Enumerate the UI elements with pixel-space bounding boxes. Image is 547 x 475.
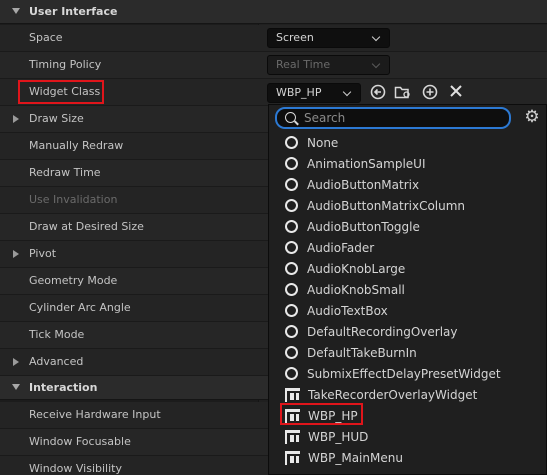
property-label: Use Invalidation	[29, 193, 118, 206]
circle-icon	[285, 346, 298, 359]
search-box[interactable]	[275, 107, 511, 129]
search-input[interactable]	[304, 109, 504, 127]
timing-policy-combo: Real Time	[267, 55, 390, 75]
gear-icon[interactable]: ⚙	[522, 107, 542, 127]
list-item[interactable]: AudioFader	[269, 237, 547, 258]
list-item[interactable]: AudioKnobSmall	[269, 279, 547, 300]
property-label: Cylinder Arc Angle	[29, 301, 131, 314]
list-item[interactable]: AudioButtonMatrix	[269, 174, 547, 195]
item-label: AudioButtonMatrix	[307, 177, 420, 192]
item-label: WBP_MainMenu	[308, 450, 403, 465]
circle-icon	[285, 241, 298, 254]
section-title: User Interface	[29, 5, 118, 18]
widget-class-value: WBP_HP	[276, 86, 322, 99]
chevron-right-icon[interactable]	[13, 358, 19, 366]
circle-icon	[285, 157, 298, 170]
space-value: Screen	[276, 31, 314, 44]
property-label: Draw Size	[29, 112, 84, 125]
chevron-down-icon	[371, 32, 381, 42]
add-new-icon[interactable]	[421, 84, 439, 102]
property-label: Window Visibility	[29, 462, 122, 475]
property-label: Advanced	[29, 355, 84, 368]
list-item[interactable]: WBP_MainMenu	[269, 447, 547, 468]
property-label: Draw at Desired Size	[29, 220, 144, 233]
property-label: Pivot	[29, 247, 57, 260]
search-icon	[285, 112, 296, 123]
property-label: Manually Redraw	[29, 139, 124, 152]
widget-blueprint-icon	[285, 450, 300, 465]
list-item[interactable]: WBP_HUD	[269, 426, 547, 447]
chevron-down-icon	[12, 384, 20, 390]
circle-icon	[285, 325, 298, 338]
chevron-down-icon	[342, 87, 352, 97]
list-item[interactable]: TakeRecorderOverlayWidget	[269, 384, 547, 405]
list-item[interactable]: AudioButtonToggle	[269, 216, 547, 237]
item-label: None	[307, 135, 339, 150]
item-label: AudioKnobSmall	[307, 282, 405, 297]
item-label: AudioKnobLarge	[307, 261, 406, 276]
circle-icon	[285, 262, 298, 275]
item-label: DefaultTakeBurnIn	[307, 345, 417, 360]
item-label: AudioButtonToggle	[307, 219, 420, 234]
widget-blueprint-icon	[285, 387, 300, 402]
circle-icon	[285, 136, 298, 149]
property-label: Geometry Mode	[29, 274, 118, 287]
item-label: AnimationSampleUI	[307, 156, 426, 171]
wbp-hp-highlight	[280, 403, 363, 425]
property-label: Tick Mode	[29, 328, 85, 341]
item-label: AudioFader	[307, 240, 375, 255]
circle-icon	[285, 304, 298, 317]
widget-class-combo[interactable]: WBP_HP	[267, 83, 361, 103]
section-title: Interaction	[29, 381, 98, 394]
widget-blueprint-icon	[285, 429, 300, 444]
list-item[interactable]: AudioKnobLarge	[269, 258, 547, 279]
browse-folder-icon[interactable]	[394, 84, 412, 102]
details-panel: User Interface Space Timing Policy Widge…	[0, 0, 547, 475]
list-item[interactable]: None	[269, 132, 547, 153]
property-label: Receive Hardware Input	[29, 408, 161, 421]
timing-policy-value: Real Time	[276, 58, 331, 71]
property-label: Redraw Time	[29, 166, 101, 179]
chevron-right-icon[interactable]	[13, 115, 19, 123]
list-item[interactable]: AudioTextBox	[269, 300, 547, 321]
circle-icon	[285, 283, 298, 296]
item-label: AudioTextBox	[307, 303, 388, 318]
list-item[interactable]: AnimationSampleUI	[269, 153, 547, 174]
chevron-down-icon	[371, 59, 381, 69]
list-item[interactable]: SubmixEffectDelayPresetWidget	[269, 363, 547, 384]
property-label: Timing Policy	[29, 58, 102, 71]
circle-icon	[285, 199, 298, 212]
chevron-right-icon[interactable]	[13, 250, 19, 258]
circle-icon	[285, 178, 298, 191]
property-label: Window Focusable	[29, 435, 131, 448]
list-item[interactable]: DefaultRecordingOverlay	[269, 321, 547, 342]
item-label: AudioButtonMatrixColumn	[307, 198, 466, 213]
use-selected-icon[interactable]	[369, 84, 387, 102]
circle-icon	[285, 220, 298, 233]
item-label: SubmixEffectDelayPresetWidget	[307, 366, 501, 381]
space-combo[interactable]: Screen	[267, 28, 390, 48]
section-user-interface[interactable]: User Interface	[0, 0, 547, 24]
widget-class-highlight	[18, 80, 104, 104]
item-label: TakeRecorderOverlayWidget	[308, 387, 478, 402]
clear-icon[interactable]	[447, 84, 465, 102]
item-label: DefaultRecordingOverlay	[307, 324, 458, 339]
list-item[interactable]: DefaultTakeBurnIn	[269, 342, 547, 363]
property-label: Space	[29, 31, 63, 44]
chevron-down-icon	[12, 8, 20, 14]
item-label: WBP_HUD	[308, 429, 369, 444]
circle-icon	[285, 367, 298, 380]
list-item[interactable]: AudioButtonMatrixColumn	[269, 195, 547, 216]
